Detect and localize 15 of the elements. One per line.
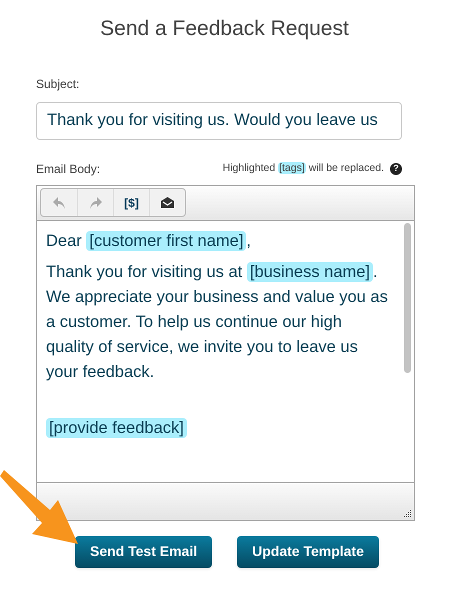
redo-icon	[88, 196, 102, 210]
hint-text: Highlighted [tags] will be replaced.	[222, 160, 384, 176]
help-icon[interactable]: ?	[390, 162, 402, 174]
body-paragraph: [provide feedback]	[46, 416, 392, 440]
body-paragraph: Dear [customer first name] ,	[46, 230, 252, 252]
field-label: Subject:	[36, 76, 80, 92]
envelope-icon	[160, 196, 175, 209]
subject-field[interactable]: Thank you for visiting us. Would you leave us	[36, 102, 402, 140]
page-title: Send a Feedback Request	[100, 16, 349, 42]
undo-icon	[52, 196, 66, 210]
action-button[interactable]: Send Test Email	[75, 536, 212, 568]
field-label: Email Body:	[36, 160, 100, 178]
body-paragraph: Thank you for visiting us at [business name] . We appreciate your business and value you as a customer. To help us continue our high quality of service, we invite you to leave us your feedback.	[46, 260, 389, 382]
scrollbar[interactable]	[404, 222, 411, 372]
action-button[interactable]: Update Template	[237, 536, 379, 568]
